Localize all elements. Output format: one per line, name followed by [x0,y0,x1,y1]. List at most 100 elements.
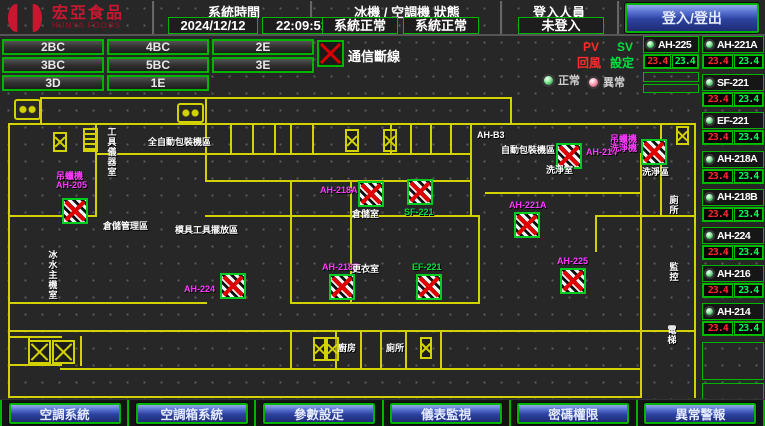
floor-button-4bc[interactable]: 4BC [107,39,209,55]
nav-cell: 參數設定 [256,400,383,426]
unit-status-ah-216[interactable]: AH-21623.423.4 [702,265,764,298]
floor-button-3e[interactable]: 3E [212,57,314,73]
unit-values: 23.423.4 [702,321,764,336]
normal-lamp-icon [542,74,555,87]
room-label: AH-B3 [477,131,505,140]
unit-name-row: AH-221A [702,36,764,53]
sv-desc-label: 設定 [610,54,634,71]
floor-button-3bc[interactable]: 3BC [2,57,104,73]
unit-name: SF-221 [717,77,748,89]
wall-segment [478,215,480,304]
nav-button-5[interactable]: 密碼權限 [517,403,629,424]
unit-status-ef-221[interactable]: EF-22123.423.4 [702,112,764,145]
unit-values: 23.423.4 [702,207,764,222]
equipment-icon-ah-221a[interactable] [514,212,540,238]
equipment-label: SF-221 [404,208,434,217]
divider [500,1,503,34]
equipment-icon-ah-218b[interactable] [329,274,355,300]
empty-cell [643,84,699,93]
wall-segment [8,123,10,398]
floor-button-1e[interactable]: 1E [107,75,209,91]
stairwell-x-icon [383,129,397,152]
nav-cell: 密碼權限 [511,400,638,426]
unit-sv-value: 23.4 [734,170,764,183]
equipment-label: 吊蠟機 洗淨機 [610,135,637,154]
toilet-fixture-icon [177,103,204,123]
empty-cell [643,72,699,82]
floor-button-3d[interactable]: 3D [2,75,104,91]
nav-cell: 異常警報 [638,400,765,426]
brand-name-en: HUNYA FOODS [52,22,124,30]
chiller-status-value: 系統正常 [322,17,398,34]
wall-segment [8,336,62,338]
equipment-icon-ah-225[interactable] [560,268,586,294]
unit-sv-value: 23.4 [734,284,764,297]
abnormal-legend: 異常 [587,74,625,90]
wall-segment [595,215,597,252]
sv-legend-label: SV [617,40,633,54]
room-label: 廁所 [386,344,404,353]
wall-segment [290,302,480,304]
unit-name-row: AH-218A [702,151,764,168]
unit-status-lamp-icon [704,39,715,50]
unit-name-row: AH-218B [702,189,764,206]
unit-status-ah-225[interactable]: AH-22523.423.4 [643,36,699,69]
floor-button-2bc[interactable]: 2BC [2,39,104,55]
equipment-icon-吊蠟機-ah-205[interactable] [62,198,88,224]
unit-name: AH-224 [717,230,750,242]
unit-status-ah-218b[interactable]: AH-218B23.423.4 [702,189,764,222]
equipment-icon-ah-224[interactable] [220,273,246,299]
room-label: 監控 [668,262,677,282]
unit-status-ah-224[interactable]: AH-22423.423.4 [702,227,764,260]
bottom-nav-bar: 空調系統空調箱系統參數設定儀表監視密碼權限異常警報 [0,399,765,426]
room-label: 洗淨區 [642,168,669,177]
equipment-label: EF-221 [412,263,442,272]
wall-segment [430,123,432,153]
equipment-label: AH-221A [509,201,547,210]
logo-mark-icon [4,3,48,33]
unit-sv-value: 23.4 [734,93,764,106]
equipment-icon-ah-218a[interactable] [358,181,384,207]
unit-values: 23.423.4 [702,92,764,107]
toilet-fixture-icon [14,99,41,120]
wall-segment [450,123,452,153]
nav-button-2[interactable]: 空調箱系統 [136,403,248,424]
unit-status-ah-218a[interactable]: AH-218A23.423.4 [702,151,764,184]
wall-segment [290,180,292,304]
login-logout-button[interactable]: 登入/登出 [625,3,759,33]
normal-legend: 正常 [542,72,580,88]
unit-status-sf-221[interactable]: SF-221 23.423.4 [702,74,764,107]
normal-legend-label: 正常 [558,72,580,88]
unit-pv-value: 23.4 [703,131,733,144]
wall-segment [252,123,254,153]
nav-button-3[interactable]: 參數設定 [263,403,375,424]
unit-status-ah-221a[interactable]: AH-221A23.423.4 [702,36,764,69]
unit-sv-value: 23.4 [734,55,764,68]
unit-status-lamp-icon [704,230,715,241]
stairwell-x-icon [28,340,51,364]
equipment-label: AH-224 [184,285,215,294]
equipment-icon-ef-221[interactable] [416,274,442,300]
unit-name-row: SF-221 [702,74,764,91]
unit-name-row: AH-225 [643,36,699,53]
nav-button-1[interactable]: 空調系統 [9,403,121,424]
wall-segment [312,123,314,153]
floor-button-5bc[interactable]: 5BC [107,57,209,73]
wall-segment [95,153,472,155]
abnormal-legend-label: 異常 [603,74,625,90]
equipment-icon-吊蠟機-洗淨機[interactable] [641,139,667,165]
floor-button-2e[interactable]: 2E [212,39,314,55]
nav-button-6[interactable]: 異常警報 [644,403,756,424]
system-date-value: 2024/12/12 [168,17,258,34]
login-user-status: 未登入 [518,17,604,34]
unit-name: AH-225 [658,39,691,51]
unit-pv-value: 23.4 [703,208,733,221]
equipment-icon-sf-221[interactable] [407,179,433,205]
nav-button-4[interactable]: 儀表監視 [390,403,502,424]
stairwell-x-icon [313,337,326,361]
unit-status-ah-214[interactable]: AH-21423.423.4 [702,303,764,336]
abnormal-lamp-icon [587,76,600,89]
unit-status-lamp-icon [645,39,656,50]
room-label: 自動包裝機區 [501,146,555,155]
pv-desc-label: 回風 [577,54,601,71]
